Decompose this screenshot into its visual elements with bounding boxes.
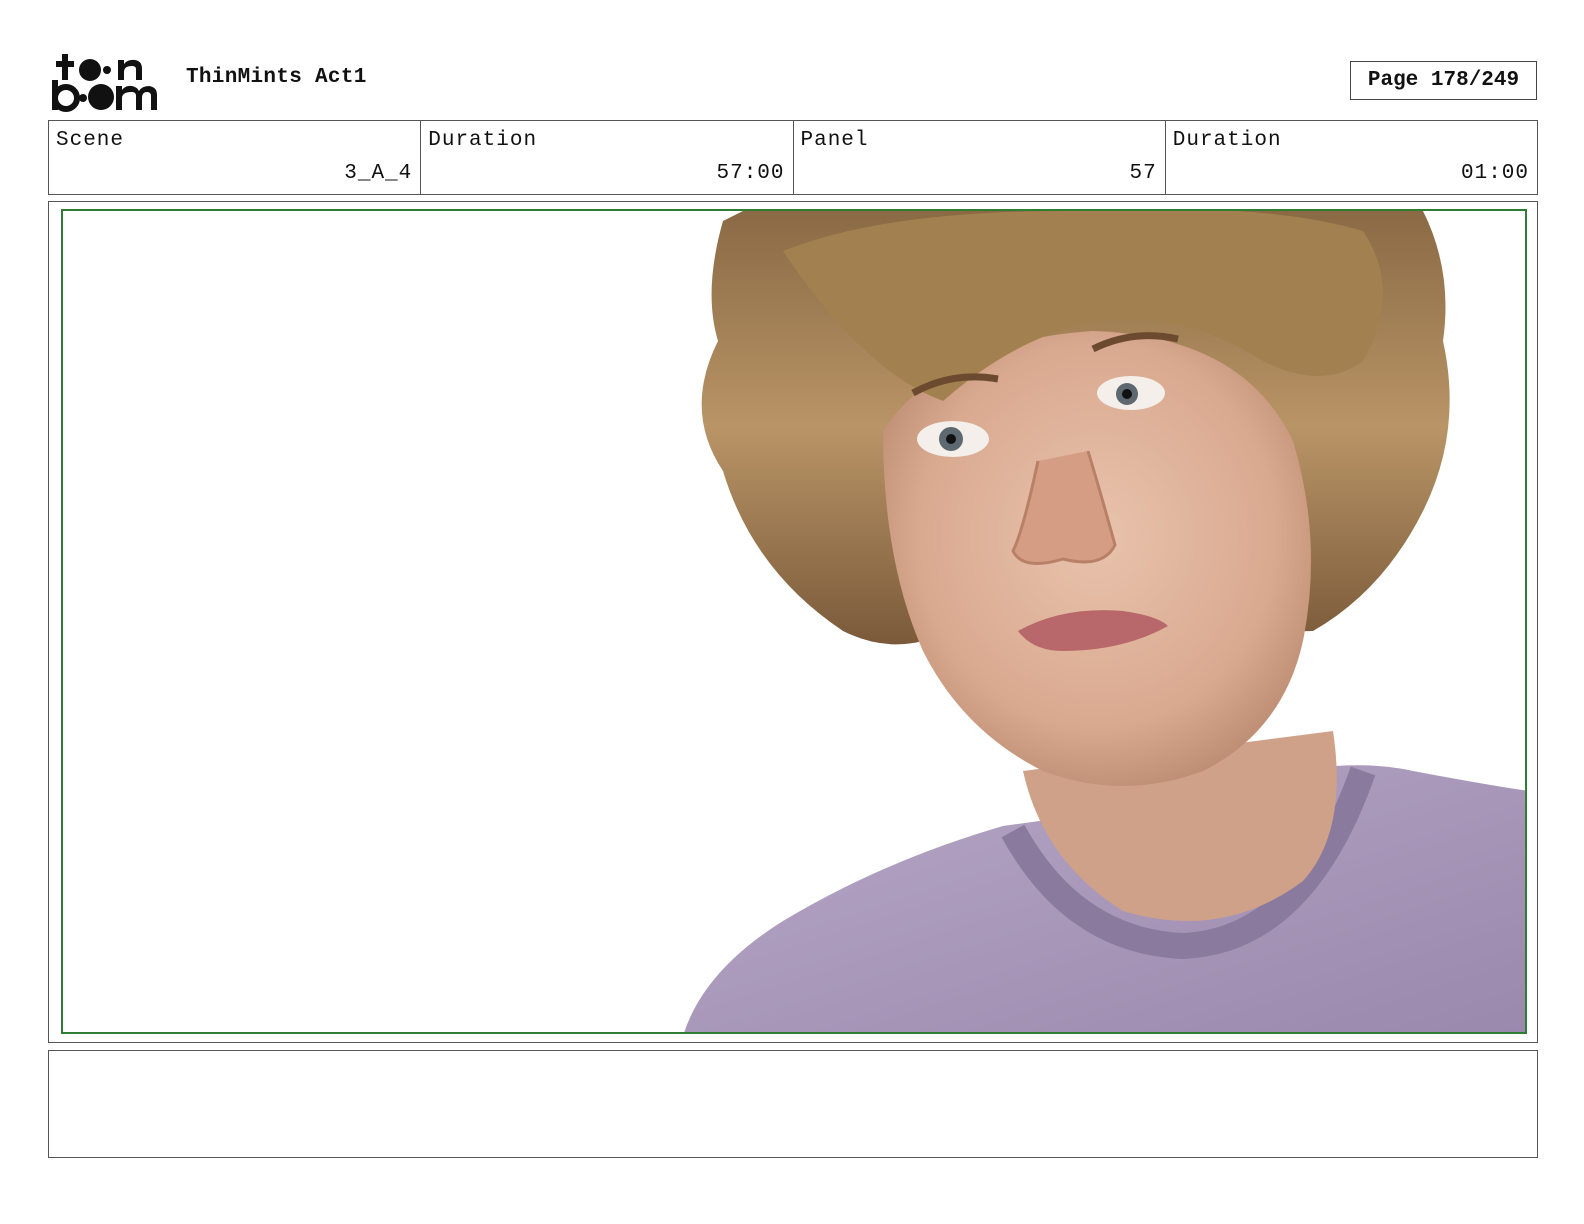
panel-label: Panel: [800, 129, 869, 152]
panel-duration-label: Duration: [1172, 129, 1282, 152]
project-title: ThinMints Act1: [186, 66, 367, 89]
panel-duration-value: 01:00: [1460, 162, 1529, 185]
scene-cell: Scene 3_A_4: [49, 121, 422, 194]
scene-value: 3_A_4: [344, 162, 413, 185]
scene-duration-value: 57:00: [716, 162, 785, 185]
panel-image: [61, 209, 1527, 1034]
panel-duration-cell: Duration 01:00: [1166, 121, 1537, 194]
scene-duration-label: Duration: [428, 129, 538, 152]
toon-boom-logo: [52, 50, 164, 112]
notes-area: [48, 1050, 1538, 1158]
panel-info-table: Scene 3_A_4 Duration 57:00 Panel 57 Dura…: [48, 120, 1538, 195]
scene-duration-cell: Duration 57:00: [421, 121, 794, 194]
page-indicator: Page 178/249: [1350, 61, 1537, 100]
panel-cell: Panel 57: [794, 121, 1166, 194]
person-photo-illustration: [684, 211, 1525, 1032]
panel-value: 57: [1129, 162, 1157, 185]
scene-label: Scene: [56, 129, 125, 152]
